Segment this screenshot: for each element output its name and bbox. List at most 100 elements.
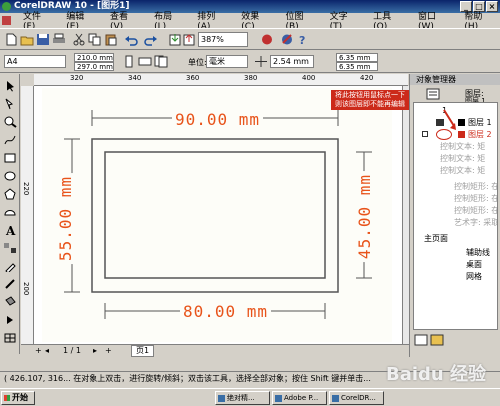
zoom-level-select[interactable]: 387% <box>198 32 248 47</box>
export-icon[interactable] <box>182 33 196 46</box>
nudge-distance-field[interactable]: 2.54 mm <box>270 55 314 68</box>
tree-item-text-control[interactable]: 控制文本: 矩 <box>440 153 497 165</box>
next-page-button[interactable]: ▸ <box>93 346 97 355</box>
tree-item-desktop[interactable]: 桌面 <box>466 259 497 271</box>
layer-options-icon[interactable] <box>426 88 440 100</box>
page-counter: 1 / 1 <box>63 346 81 355</box>
ruler-tick: 340 <box>128 74 142 82</box>
annotation-callout: 将此按钮用鼠标点一下 则该图层即不能再编辑 <box>331 90 409 110</box>
eyedropper-tool-icon[interactable] <box>3 260 17 272</box>
page-width-field[interactable]: 210.0 mm <box>74 53 114 62</box>
page-tab[interactable]: 页1 <box>131 345 155 357</box>
ruler-tick: 400 <box>302 74 316 82</box>
horizontal-ruler: 320 340 360 380 400 420 <box>34 74 408 86</box>
page-navigator: + ◂ 1 / 1 ▸ + 页1 <box>21 344 409 357</box>
whats-this-icon[interactable]: ? <box>296 33 310 46</box>
vertical-ruler: 220 200 <box>21 86 34 344</box>
ruler-tick: 360 <box>186 74 200 82</box>
pick-tool-icon[interactable] <box>3 80 17 92</box>
ruler-tick: 220 <box>22 182 30 196</box>
ruler-tick: 380 <box>244 74 258 82</box>
duplicate-y-field[interactable]: 6.35 mm <box>336 62 378 71</box>
drawing-page[interactable]: 90.00 mm 80.00 mm 55.00 mm 45.00 mm <box>42 88 392 342</box>
interactive-fill-tool-icon[interactable] <box>3 314 17 326</box>
units-label: 单位: <box>188 58 207 67</box>
annotation-arrow <box>443 109 456 130</box>
text-tool-icon[interactable]: A <box>3 224 17 236</box>
start-button[interactable]: 开始 <box>1 391 35 405</box>
tree-item-artistic-text[interactable]: 艺术字: 采取 <box>454 217 497 229</box>
toolbox: A <box>0 74 20 354</box>
paper-size-select[interactable]: A4 <box>4 55 66 68</box>
tree-item-rect-control[interactable]: 控制矩形: 在 <box>454 193 497 205</box>
polygon-tool-icon[interactable] <box>3 188 17 200</box>
new-master-layer-icon[interactable] <box>430 334 444 346</box>
vertical-scrollbar[interactable] <box>402 86 409 344</box>
outline-tool-icon[interactable] <box>3 278 17 290</box>
standard-toolbar: 387% ? <box>0 28 500 50</box>
tree-item-text-control[interactable]: 控制文本: 矩 <box>440 141 497 153</box>
docker-title: 对象管理器 <box>410 74 500 85</box>
units-select[interactable]: 毫米 <box>206 55 248 68</box>
interactive-blend-tool-icon[interactable] <box>3 242 17 254</box>
copy-icon[interactable] <box>88 33 102 46</box>
paste-icon[interactable] <box>104 33 118 46</box>
cut-icon[interactable] <box>72 33 86 46</box>
tree-item-guides[interactable]: 辅助线 <box>466 247 497 259</box>
windows-logo-icon <box>4 395 10 401</box>
top-dimension-label: 90.00 mm <box>172 110 264 129</box>
save-icon[interactable] <box>36 33 50 46</box>
drawing-canvas[interactable]: 90.00 mm 80.00 mm 55.00 mm 45.00 mm <box>34 86 402 344</box>
menu-bar: 文件(F) 编辑(E) 查看(V) 布局(L) 排列(A) 效果(C) 位图(B… <box>0 12 500 32</box>
expand-icon[interactable] <box>422 131 428 137</box>
document-icon <box>2 16 11 25</box>
taskbar-item[interactable]: CorelDR... <box>329 391 384 405</box>
landscape-icon[interactable] <box>138 55 152 68</box>
ellipse-tool-icon[interactable] <box>3 170 17 182</box>
undo-icon[interactable] <box>124 33 138 46</box>
mesh-fill-tool-icon[interactable] <box>3 332 17 344</box>
color-swatch-icon <box>458 131 465 138</box>
zoom-tool-icon[interactable] <box>3 116 17 128</box>
freehand-tool-icon[interactable] <box>3 134 17 146</box>
nudge-icon <box>255 56 267 67</box>
right-dimension-label: 45.00 mm <box>355 171 374 263</box>
new-icon[interactable] <box>4 33 18 46</box>
coreldraw-icon <box>2 2 11 11</box>
outer-rectangle <box>91 138 339 293</box>
add-page-after-button[interactable]: + <box>105 346 112 355</box>
import-icon[interactable] <box>168 33 182 46</box>
tree-item-master-page[interactable]: 主页面 <box>424 233 497 245</box>
taskbar-item[interactable]: 绝对精... <box>215 391 270 405</box>
object-tree[interactable]: 1 图层 1 图层 2 控制文本: 矩 控制文本: 矩 控制文本: 矩 控制矩形… <box>413 102 498 330</box>
all-pages-icon[interactable] <box>154 55 168 68</box>
left-dimension-label: 55.00 mm <box>56 173 75 265</box>
portrait-icon[interactable] <box>122 55 136 68</box>
app-launcher-icon[interactable] <box>260 33 274 46</box>
ruler-tick: 200 <box>22 282 30 296</box>
open-icon[interactable] <box>20 33 34 46</box>
ruler-tick: 320 <box>70 74 84 82</box>
new-layer-icon[interactable] <box>414 334 428 346</box>
duplicate-x-field[interactable]: 6.35 mm <box>336 53 378 62</box>
svg-text:A: A <box>5 224 16 236</box>
prev-page-button[interactable]: ◂ <box>45 346 49 355</box>
ruler-tick: 420 <box>360 74 374 82</box>
bottom-dimension-label: 80.00 mm <box>180 302 272 321</box>
tree-item-rect-control[interactable]: 控制矩形: 在 <box>454 205 497 217</box>
fill-tool-icon[interactable] <box>3 296 17 308</box>
watermark: Baidu 经验 <box>386 364 487 385</box>
taskbar: 开始 绝对精... Adobe P... CorelDR... <box>0 388 500 406</box>
tree-item-rect-control[interactable]: 控制矩形: 在 <box>454 181 497 193</box>
tree-item-text-control[interactable]: 控制文本: 矩 <box>440 165 497 177</box>
tree-item-grid[interactable]: 网格 <box>466 271 497 283</box>
print-icon[interactable] <box>52 33 66 46</box>
add-page-button[interactable]: + <box>35 346 42 355</box>
page-height-field[interactable]: 297.0 mm <box>74 62 114 71</box>
taskbar-item[interactable]: Adobe P... <box>272 391 327 405</box>
shape-tool-icon[interactable] <box>3 98 17 110</box>
rectangle-tool-icon[interactable] <box>3 152 17 164</box>
corel-online-icon[interactable] <box>280 33 294 46</box>
basic-shapes-tool-icon[interactable] <box>3 206 17 218</box>
redo-icon[interactable] <box>144 33 158 46</box>
